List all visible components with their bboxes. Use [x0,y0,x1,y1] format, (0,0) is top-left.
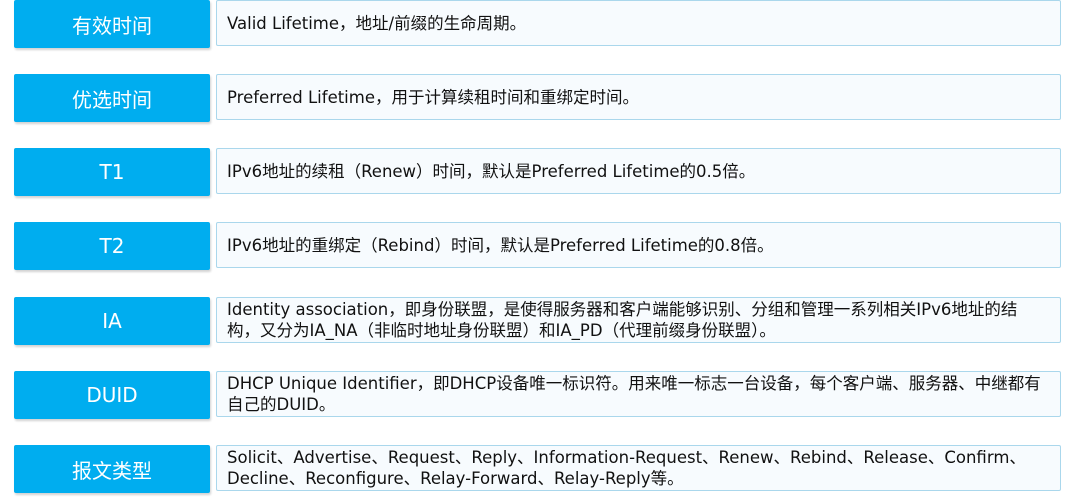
term-label: T1 [14,148,210,196]
row-message-types: 报文类型 Solicit、Advertise、Request、Reply、Inf… [14,445,1063,494]
term-description: DHCP Unique Identifier，即DHCP设备唯一标识符。用来唯一… [216,371,1061,417]
description-text: Valid Lifetime，地址/前缀的生命周期。 [227,13,527,33]
term-label: 有效时间 [14,0,210,48]
description-text: Preferred Lifetime，用于计算续租时间和重绑定时间。 [227,87,639,107]
description-text: Solicit、Advertise、Request、Reply、Informat… [227,448,1026,488]
term-description: Identity association，即身份联盟，是使得服务器和客户端能够识… [216,297,1061,343]
term-label: DUID [14,371,210,419]
term-description: Preferred Lifetime，用于计算续租时间和重绑定时间。 [216,74,1061,120]
term-label: T2 [14,222,210,270]
term-label: 报文类型 [14,445,210,493]
row-t2: T2 IPv6地址的重绑定（Rebind）时间，默认是Preferred Lif… [14,222,1063,271]
row-duid: DUID DHCP Unique Identifier，即DHCP设备唯一标识符… [14,371,1063,420]
description-text: IPv6地址的重绑定（Rebind）时间，默认是Preferred Lifeti… [227,235,774,255]
row-ia: IA Identity association，即身份联盟，是使得服务器和客户端… [14,297,1063,346]
row-valid-lifetime: 有效时间 Valid Lifetime，地址/前缀的生命周期。 [14,0,1063,49]
row-preferred-lifetime: 优选时间 Preferred Lifetime，用于计算续租时间和重绑定时间。 [14,74,1063,123]
term-label: IA [14,297,210,345]
description-text: IPv6地址的续租（Renew）时间，默认是Preferred Lifetime… [227,161,756,181]
description-text: DHCP Unique Identifier，即DHCP设备唯一标识符。用来唯一… [227,374,1041,414]
term-label: 优选时间 [14,74,210,122]
term-description: Solicit、Advertise、Request、Reply、Informat… [216,445,1061,491]
row-t1: T1 IPv6地址的续租（Renew）时间，默认是Preferred Lifet… [14,148,1063,197]
term-description: IPv6地址的重绑定（Rebind）时间，默认是Preferred Lifeti… [216,222,1061,268]
term-description: IPv6地址的续租（Renew）时间，默认是Preferred Lifetime… [216,148,1061,194]
term-description: Valid Lifetime，地址/前缀的生命周期。 [216,0,1061,46]
description-text: Identity association，即身份联盟，是使得服务器和客户端能够识… [227,300,1018,340]
